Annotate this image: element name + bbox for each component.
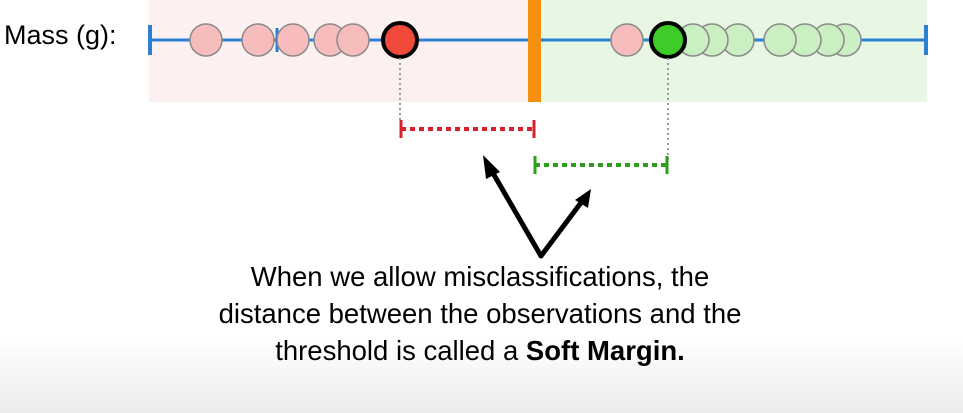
caption-line-2: distance between the observations and th… bbox=[218, 298, 742, 329]
arrowhead-left bbox=[483, 155, 500, 179]
observation-class-a bbox=[189, 23, 223, 57]
support-observation-class-a bbox=[381, 21, 419, 59]
observation-class-a bbox=[336, 23, 370, 57]
threshold-bar bbox=[528, 0, 541, 102]
support-observation-class-b bbox=[649, 21, 687, 59]
observation-class-b bbox=[763, 23, 797, 57]
caption-line-3-text: threshold is called a bbox=[275, 335, 519, 366]
observation-class-a bbox=[610, 23, 644, 57]
caption-term: Soft Margin. bbox=[525, 335, 685, 366]
caption-line-3: threshold is called a Soft Margin. bbox=[180, 332, 780, 369]
caption-line-1: When we allow misclassifications, the bbox=[250, 261, 710, 292]
caption: When we allow misclassifications, the di… bbox=[180, 258, 780, 369]
observation-class-a bbox=[276, 23, 310, 57]
pointer-arrows bbox=[483, 155, 591, 259]
observation-class-a bbox=[241, 23, 275, 57]
